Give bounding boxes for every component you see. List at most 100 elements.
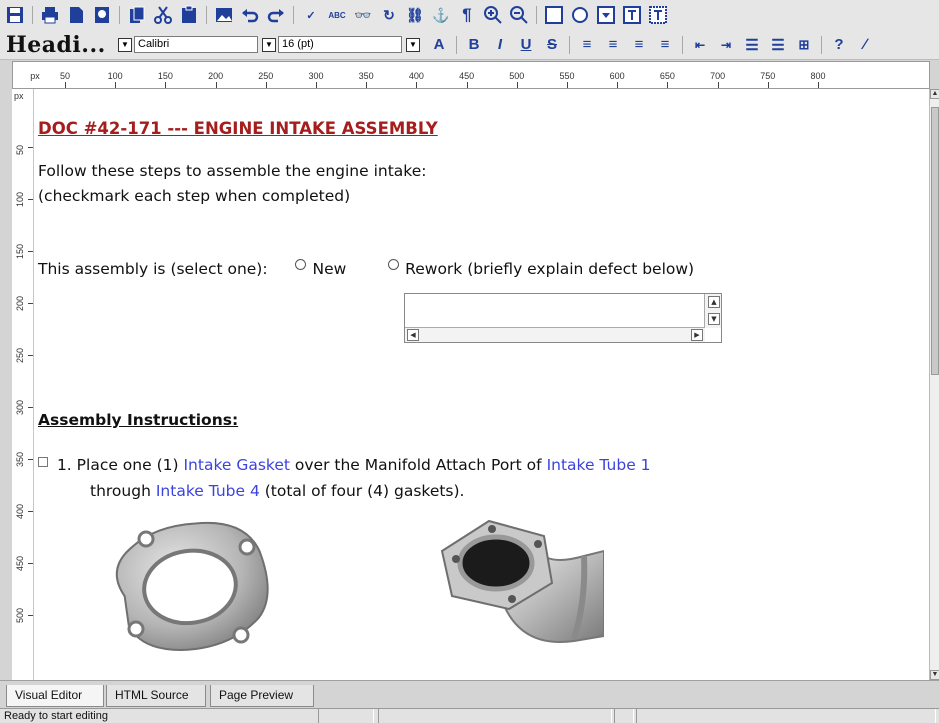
editor-window: ✓ ABC 👓 ↻ ⛓ ⚓ ¶ Headi... ▼ Calibri ▼ 16 … bbox=[0, 0, 939, 723]
ruler-label: 250 bbox=[258, 71, 274, 81]
scroll-right-icon[interactable]: ▶ bbox=[691, 329, 703, 341]
defect-textarea[interactable]: ▲ ▼ ◀ ▶ bbox=[404, 293, 722, 343]
print-icon[interactable] bbox=[39, 4, 61, 26]
help-icon[interactable]: ? bbox=[829, 36, 849, 53]
ruler-label: 650 bbox=[659, 71, 675, 81]
insert-textbox-icon[interactable] bbox=[621, 4, 643, 26]
font-name-select[interactable]: ▼ Calibri bbox=[118, 36, 258, 54]
ruler-tick bbox=[516, 82, 518, 88]
strikethrough-icon[interactable]: S bbox=[542, 36, 562, 53]
bulleted-list-icon[interactable]: ☰ bbox=[768, 36, 788, 54]
indent-icon[interactable]: ⇥ bbox=[716, 38, 736, 52]
new-document-icon[interactable] bbox=[65, 4, 87, 26]
font-size-select[interactable]: ▼ 16 (pt) bbox=[262, 36, 402, 54]
paragraph-icon[interactable]: ¶ bbox=[456, 4, 478, 26]
save-icon[interactable] bbox=[4, 4, 26, 26]
format-dropdown[interactable]: ▼ bbox=[406, 36, 422, 54]
ruler-label: 200 bbox=[15, 295, 25, 311]
bold-icon[interactable]: B bbox=[464, 36, 484, 53]
toolbar-separator bbox=[32, 6, 33, 24]
intake-gasket-image bbox=[115, 521, 269, 651]
paragraph-style-display[interactable]: Headi... bbox=[2, 32, 118, 58]
anchor-icon[interactable]: ⚓ bbox=[430, 4, 452, 26]
tab-visual-editor[interactable]: Visual Editor bbox=[6, 685, 104, 707]
link-icon[interactable]: ⛓ bbox=[404, 4, 426, 26]
status-cell bbox=[636, 709, 936, 723]
table-icon[interactable]: ⊞ bbox=[794, 37, 814, 53]
scroll-up-icon[interactable]: ▲ bbox=[708, 296, 720, 308]
align-left-icon[interactable]: ≡ bbox=[577, 36, 597, 53]
editor-mode-tabs: Visual Editor HTML Source Page Preview bbox=[0, 680, 939, 708]
status-cell bbox=[318, 709, 374, 723]
ruler-tick bbox=[717, 82, 719, 88]
link-intake-tube-4[interactable]: Intake Tube 4 bbox=[156, 482, 260, 500]
align-right-icon[interactable]: ≡ bbox=[629, 36, 649, 53]
ruler-label: 200 bbox=[208, 71, 224, 81]
outdent-icon[interactable]: ⇤ bbox=[690, 38, 710, 52]
scrollbar-thumb[interactable] bbox=[931, 107, 939, 375]
font-name-field[interactable]: Calibri bbox=[134, 36, 258, 53]
status-cell bbox=[614, 709, 634, 723]
radio-new[interactable] bbox=[295, 259, 307, 270]
ruler-tick bbox=[28, 303, 33, 304]
insert-dropdown-icon[interactable] bbox=[595, 4, 617, 26]
radio-new-label: New bbox=[312, 260, 347, 278]
ruler-tick bbox=[818, 82, 819, 88]
align-justify-icon[interactable]: ≡ bbox=[655, 36, 675, 53]
replace-icon[interactable]: ↻ bbox=[378, 4, 400, 26]
tab-page-preview[interactable]: Page Preview bbox=[210, 685, 314, 707]
scroll-left-icon[interactable]: ◀ bbox=[407, 329, 419, 341]
preview-icon[interactable] bbox=[91, 4, 113, 26]
status-bar: Ready to start editing bbox=[0, 708, 939, 723]
link-intake-gasket[interactable]: Intake Gasket bbox=[183, 456, 289, 474]
ruler-label: 250 bbox=[15, 347, 25, 363]
find-icon[interactable]: 👓 bbox=[352, 4, 374, 26]
redo-icon[interactable] bbox=[265, 4, 287, 26]
zoom-out-icon[interactable] bbox=[508, 4, 530, 26]
toolbar-main: ✓ ABC 👓 ↻ ⛓ ⚓ ¶ bbox=[0, 0, 939, 30]
numbered-list-icon[interactable]: ☰ bbox=[742, 36, 762, 54]
underline-icon[interactable]: U bbox=[516, 36, 536, 53]
link-intake-tube-1[interactable]: Intake Tube 1 bbox=[547, 456, 651, 474]
ruler-label: 300 bbox=[15, 399, 25, 415]
toolbar-separator bbox=[206, 6, 207, 24]
edit-icon[interactable]: ∕ bbox=[855, 36, 875, 53]
chevron-down-icon[interactable]: ▼ bbox=[262, 37, 276, 52]
scroll-down-icon[interactable]: ▼ bbox=[930, 670, 939, 680]
cut-icon[interactable] bbox=[152, 4, 174, 26]
radio-rework-label: Rework (briefly explain defect below) bbox=[405, 260, 695, 278]
ruler-tick bbox=[767, 82, 769, 88]
font-size-field[interactable]: 16 (pt) bbox=[278, 36, 402, 53]
document-canvas[interactable]: DOC #42-171 --- ENGINE INTAKE ASSEMBLY F… bbox=[34, 89, 929, 680]
spellcheck-icon[interactable]: ✓ bbox=[300, 4, 322, 26]
intake-tube-image bbox=[440, 519, 604, 644]
editor-vertical-scrollbar[interactable]: ▲ ▼ bbox=[929, 89, 939, 680]
textarea-vertical-scrollbar[interactable]: ▲ ▼ bbox=[704, 294, 721, 328]
zoom-in-icon[interactable] bbox=[482, 4, 504, 26]
paste-icon[interactable] bbox=[178, 4, 200, 26]
tab-html-source[interactable]: HTML Source bbox=[106, 685, 206, 707]
step-1-checkbox[interactable] bbox=[38, 457, 48, 467]
chevron-down-icon[interactable]: ▼ bbox=[118, 37, 132, 52]
insert-image-icon[interactable] bbox=[213, 4, 235, 26]
radio-rework[interactable] bbox=[388, 259, 400, 270]
chevron-down-icon[interactable]: ▼ bbox=[406, 37, 420, 52]
ruler-label: 550 bbox=[559, 71, 575, 81]
copy-icon[interactable] bbox=[126, 4, 148, 26]
scroll-down-icon[interactable]: ▼ bbox=[708, 313, 720, 325]
italic-icon[interactable]: I bbox=[490, 36, 510, 53]
ruler-label: 400 bbox=[408, 71, 424, 81]
insert-radio-icon[interactable] bbox=[569, 4, 591, 26]
insert-checkbox-icon[interactable] bbox=[543, 4, 565, 26]
font-color-icon[interactable]: A bbox=[429, 36, 449, 53]
step-1-number: 1. bbox=[56, 456, 72, 474]
align-center-icon[interactable]: ≡ bbox=[603, 36, 623, 53]
ruler-tick bbox=[567, 82, 568, 88]
scroll-up-icon[interactable]: ▲ bbox=[930, 89, 939, 99]
spellcheck-abc-icon[interactable]: ABC bbox=[326, 4, 348, 26]
textarea-horizontal-scrollbar[interactable]: ◀ ▶ bbox=[405, 327, 705, 342]
horizontal-ruler: px 50 100 150 200 250 300 350 400 450 500 550 600 65… bbox=[12, 61, 930, 89]
ruler-tick bbox=[28, 459, 33, 460]
undo-icon[interactable] bbox=[239, 4, 261, 26]
insert-textarea-icon[interactable] bbox=[647, 4, 669, 26]
